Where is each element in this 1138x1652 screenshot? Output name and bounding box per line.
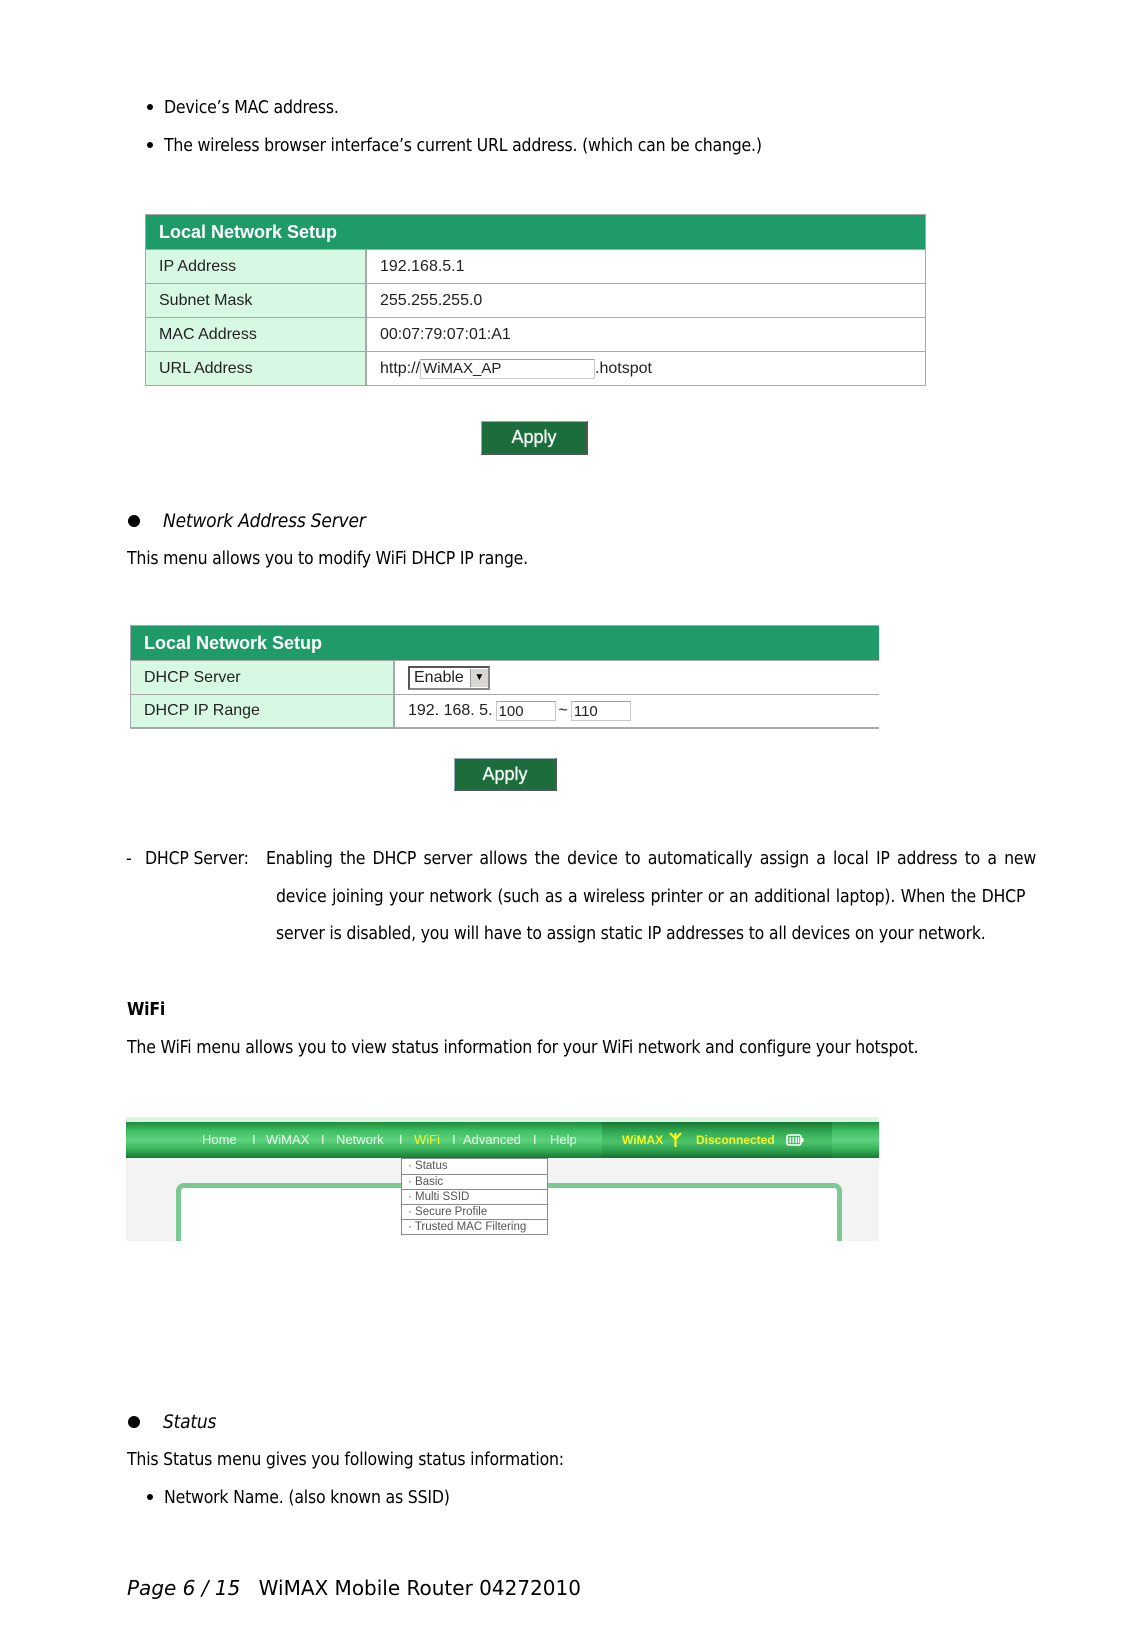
note-line-3: server is disabled, you will have to ass… (276, 924, 986, 944)
document-page: Device’s MAC address. The wireless brows… (0, 0, 1138, 1652)
select-value: Enable (414, 668, 464, 686)
note-line-1: Enabling the DHCP server allows the devi… (266, 849, 1037, 869)
dhcp-setup-table: Local Network Setup DHCP Server Enable ▼… (130, 625, 879, 729)
local-network-setup-table: Local Network Setup IP Address 192.168.5… (145, 214, 926, 386)
table-header: Local Network Setup (146, 215, 925, 249)
dropdown-label: Multi SSID (415, 1191, 470, 1203)
table-row: MAC Address 00:07:79:07:01:A1 (146, 317, 925, 351)
page-footer: Page 6 / 15 WiMAX Mobile Router 04272010 (127, 1576, 581, 1600)
nav-item-help[interactable]: Help (550, 1132, 577, 1147)
url-prefix: http:// (380, 359, 421, 377)
bullet-dot (147, 104, 153, 110)
nav-separator: I (399, 1132, 403, 1147)
dhcp-range-cell: 192. 168. 5. ~ (395, 695, 879, 727)
page-number: Page 6 / 15 (127, 1576, 241, 1600)
dhcp-range-end-input[interactable] (570, 701, 631, 721)
bullet-dot (147, 1494, 153, 1500)
status-bullet-network-name: Network Name. (also known as SSID) (164, 1488, 450, 1508)
battery-icon (786, 1134, 804, 1146)
note-line-2: device joining your network (such as a w… (276, 887, 1026, 907)
range-separator: ~ (558, 702, 568, 719)
bullet-dot (128, 1416, 140, 1428)
wifi-menu-screenshot: Home I WiMAX I Network I WiFi I Advanced… (126, 1117, 879, 1241)
antenna-icon (669, 1132, 682, 1147)
section-description-status: This Status menu gives you following sta… (127, 1450, 564, 1470)
wifi-dropdown-menu: · Status · Basic · Multi SSID · Secure P… (401, 1158, 548, 1235)
nav-item-home[interactable]: Home (202, 1132, 237, 1147)
nav-separator: I (252, 1132, 256, 1147)
document-title: WiMAX Mobile Router 04272010 (258, 1576, 581, 1600)
apply-button[interactable]: Apply (481, 421, 588, 455)
bullet-dot (147, 142, 153, 148)
status-network: WiMAX (622, 1133, 664, 1147)
note-term: DHCP Server: (145, 849, 249, 869)
nav-separator: I (533, 1132, 537, 1147)
table-row: DHCP IP Range 192. 168. 5. ~ (131, 694, 879, 728)
dropdown-item-trusted-mac-filtering[interactable]: · Trusted MAC Filtering (402, 1219, 547, 1234)
nav-separator: I (452, 1132, 456, 1147)
table-row: IP Address 192.168.5.1 (146, 249, 925, 283)
table-header: Local Network Setup (131, 626, 879, 660)
section-description-wifi: The WiFi menu allows you to view status … (127, 1038, 919, 1058)
row-label: DHCP IP Range (131, 695, 395, 727)
table-row: Subnet Mask 255.255.255.0 (146, 283, 925, 317)
dhcp-range-prefix: 192. 168. 5. (408, 702, 493, 719)
dropdown-item-multi-ssid[interactable]: · Multi SSID (402, 1189, 547, 1204)
dropdown-label: Secure Profile (415, 1206, 488, 1218)
row-label: DHCP Server (131, 661, 395, 694)
url-suffix: .hotspot (595, 359, 652, 377)
note-dash: - (126, 849, 132, 869)
row-label: IP Address (146, 250, 367, 283)
chevron-down-icon[interactable]: ▼ (469, 668, 488, 687)
dhcp-server-select[interactable]: Enable ▼ (408, 665, 490, 690)
intro-bullet-mac: Device’s MAC address. (164, 98, 339, 118)
main-nav-bar: Home I WiMAX I Network I WiFi I Advanced… (126, 1122, 879, 1158)
nav-item-network[interactable]: Network (336, 1132, 384, 1147)
dropdown-item-status[interactable]: · Status (402, 1159, 547, 1174)
section-heading-nas: Network Address Server (163, 510, 366, 532)
nav-item-wifi[interactable]: WiFi (414, 1132, 440, 1147)
row-label: URL Address (146, 352, 367, 385)
dhcp-server-cell: Enable ▼ (395, 661, 879, 694)
dropdown-label: Basic (415, 1176, 444, 1188)
nav-item-wimax[interactable]: WiMAX (266, 1132, 309, 1147)
dropdown-item-basic[interactable]: · Basic (402, 1174, 547, 1189)
row-label: Subnet Mask (146, 284, 367, 317)
dhcp-range-start-input[interactable] (495, 701, 556, 721)
table-row: DHCP Server Enable ▼ (131, 660, 879, 694)
ip-address-value: 192.168.5.1 (367, 250, 925, 283)
mac-address-value: 00:07:79:07:01:A1 (367, 318, 925, 351)
url-address-cell: http:// .hotspot (367, 352, 925, 385)
subnet-mask-value: 255.255.255.0 (367, 284, 925, 317)
dropdown-label: Status (415, 1160, 448, 1172)
row-label: MAC Address (146, 318, 367, 351)
dropdown-item-secure-profile[interactable]: · Secure Profile (402, 1204, 547, 1219)
apply-button[interactable]: Apply (454, 758, 557, 791)
section-heading-wifi: WiFi (127, 1000, 166, 1020)
url-address-input[interactable] (420, 358, 596, 379)
table-row: URL Address http:// .hotspot (146, 351, 925, 385)
bullet-dot (128, 515, 140, 527)
section-description-nas: This menu allows you to modify WiFi DHCP… (127, 549, 528, 569)
dropdown-label: Trusted MAC Filtering (414, 1221, 527, 1233)
nav-item-advanced[interactable]: Advanced (463, 1132, 521, 1147)
section-heading-status: Status (163, 1411, 217, 1433)
status-connection: Disconnected (696, 1133, 775, 1147)
intro-bullet-url: The wireless browser interface’s current… (164, 136, 762, 156)
nav-separator: I (321, 1132, 325, 1147)
